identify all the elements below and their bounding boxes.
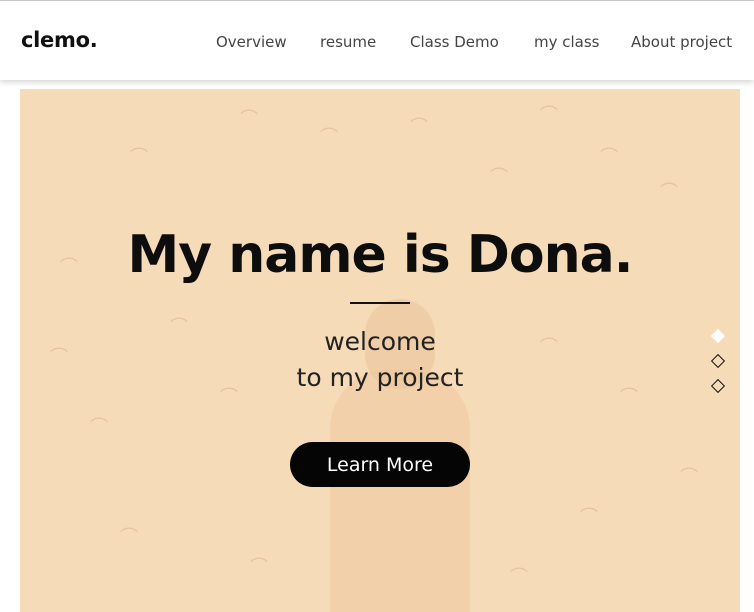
nav-link-overview[interactable]: Overview [216, 33, 287, 51]
bird-icon: ⌒ [490, 167, 508, 188]
bird-icon: ⌒ [320, 127, 338, 148]
bird-icon: ⌒ [680, 467, 698, 488]
learn-more-button[interactable]: Learn More [290, 442, 470, 487]
bird-icon: ⌒ [510, 567, 528, 588]
nav-link-about-project[interactable]: About project [631, 33, 732, 51]
nav-link-class-demo[interactable]: Class Demo [410, 33, 499, 51]
bird-icon: ⌒ [580, 507, 598, 528]
hero-person-body [330, 369, 470, 612]
hero-divider [350, 302, 410, 304]
nav-link-resume[interactable]: resume [320, 33, 376, 51]
hero-section: ⌒ ⌒ ⌒ ⌒ ⌒ ⌒ ⌒ ⌒ ⌒ ⌒ ⌒ ⌒ ⌒ ⌒ ⌒ ⌒ ⌒ ⌒ ⌒ ⌒ … [20, 89, 740, 612]
hero-subtitle-line1: welcome [324, 327, 436, 356]
hero-subtitle-line2: to my project [296, 363, 464, 392]
bird-icon: ⌒ [660, 182, 678, 203]
navbar: clemo. Overview resume Class Demo my cla… [0, 0, 754, 80]
bird-icon: ⌒ [250, 557, 268, 578]
bird-icon: ⌒ [90, 417, 108, 438]
brand-logo[interactable]: clemo. [21, 28, 98, 52]
bird-icon: ⌒ [410, 117, 428, 138]
bird-icon: ⌒ [120, 527, 138, 548]
bird-icon: ⌒ [540, 105, 558, 126]
hero-title: My name is Dona. [127, 225, 633, 285]
bird-icon: ⌒ [130, 147, 148, 168]
bird-icon: ⌒ [240, 109, 258, 130]
nav-link-my-class[interactable]: my class [534, 33, 600, 51]
bird-icon: ⌒ [600, 147, 618, 168]
